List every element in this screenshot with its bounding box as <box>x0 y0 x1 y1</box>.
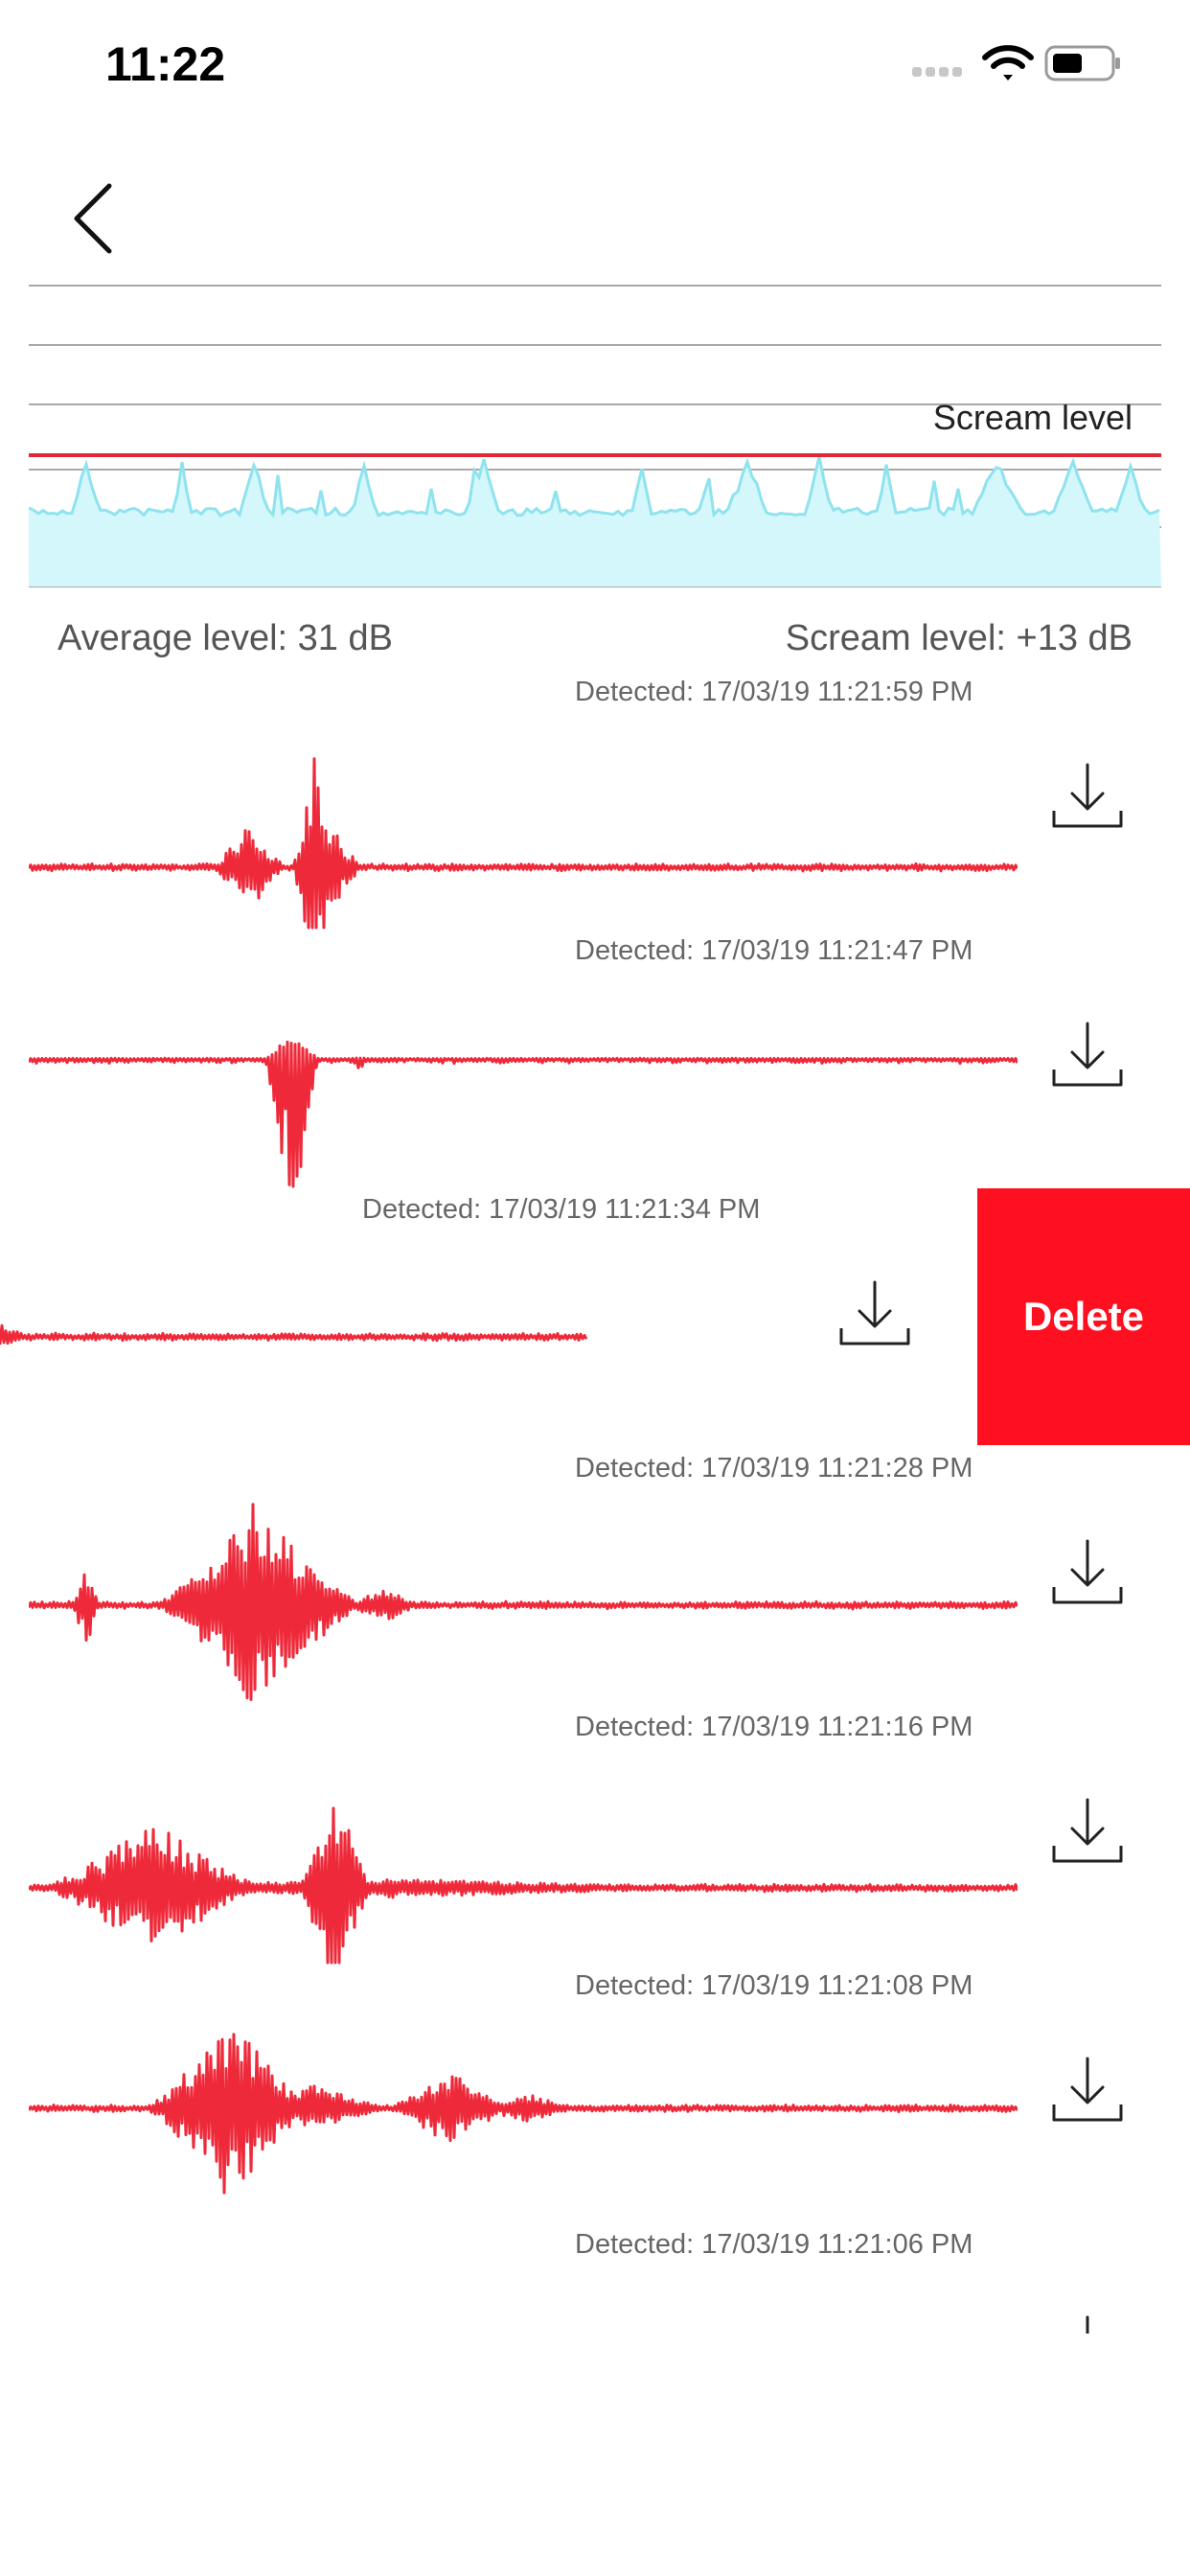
recording-row[interactable]: Detected: 17/03/19 11:21:16 PM <box>0 1706 1190 1965</box>
waveform-line <box>29 2033 1018 2195</box>
waveform <box>29 2271 1018 2334</box>
status-icons <box>912 40 1123 88</box>
detected-timestamp: Detected: 17/03/19 11:21:16 PM <box>575 1712 973 1742</box>
download-button[interactable] <box>834 1275 916 1357</box>
waveform-line <box>29 1503 1018 1701</box>
download-button[interactable] <box>1046 1533 1129 1616</box>
waveform <box>29 1806 1018 1965</box>
sound-level-chart: Scream level <box>29 278 1161 594</box>
detected-timestamp: Detected: 17/03/19 11:21:47 PM <box>575 935 973 966</box>
download-icon <box>1052 1798 1123 1863</box>
download-icon <box>1052 763 1123 828</box>
recording-row-swiped[interactable]: Detected: 17/03/19 11:21:34 PM Delete <box>0 1188 1190 1447</box>
recording-row[interactable]: Detected: 17/03/19 11:21:47 PM <box>0 930 1190 1188</box>
download-button[interactable] <box>1046 2310 1129 2334</box>
download-button[interactable] <box>1046 757 1129 840</box>
download-icon <box>1052 2057 1123 2122</box>
detected-timestamp: Detected: 17/03/19 11:21:59 PM <box>575 677 973 707</box>
delete-button[interactable]: Delete <box>977 1188 1190 1445</box>
waveform <box>29 1503 1018 1701</box>
download-icon <box>1052 1539 1123 1604</box>
back-button[interactable] <box>65 180 123 257</box>
detected-timestamp: Detected: 17/03/19 11:21:28 PM <box>575 1453 973 1484</box>
average-level-text: Average level: 31 dB <box>57 618 393 658</box>
scream-level-label: Scream level <box>932 398 1133 437</box>
detected-timestamp: Detected: 17/03/19 11:21:34 PM <box>362 1194 761 1225</box>
waveform <box>29 757 1018 930</box>
battery-icon <box>1044 45 1120 81</box>
scream-level-text: Scream level: +13 dB <box>785 618 1133 658</box>
recording-row[interactable]: Detected: 17/03/19 11:21:06 PM <box>0 2223 1190 2334</box>
status-time: 11:22 <box>105 37 226 91</box>
download-button[interactable] <box>1046 1792 1129 1874</box>
signal-icon <box>912 67 962 77</box>
download-button[interactable] <box>1046 1016 1129 1098</box>
download-icon <box>1086 2315 1089 2334</box>
waveform-line <box>29 1040 1018 1188</box>
download-icon <box>1052 1022 1123 1087</box>
waveform <box>29 2033 1018 2195</box>
download-icon <box>839 1280 910 1346</box>
waveform-line <box>29 1806 1018 1965</box>
waveform-line <box>0 1323 588 1346</box>
waveform-line <box>29 757 1018 930</box>
detected-timestamp: Detected: 17/03/19 11:21:06 PM <box>575 2229 973 2260</box>
chevron-left-icon <box>74 183 112 254</box>
detected-timestamp: Detected: 17/03/19 11:21:08 PM <box>575 1970 973 2001</box>
waveform <box>0 1323 588 1346</box>
recordings-list: Detected: 17/03/19 11:21:59 PM Detected:… <box>0 671 1190 2334</box>
waveform <box>29 1040 1018 1188</box>
status-bar: 11:22 <box>0 0 1190 125</box>
download-button[interactable] <box>1046 2051 1129 2133</box>
recording-row[interactable]: Detected: 17/03/19 11:21:08 PM <box>0 1965 1190 2223</box>
recording-row[interactable]: Detected: 17/03/19 11:21:59 PM <box>0 671 1190 930</box>
wifi-icon <box>982 45 1034 80</box>
recording-row[interactable]: Detected: 17/03/19 11:21:28 PM <box>0 1447 1190 1706</box>
